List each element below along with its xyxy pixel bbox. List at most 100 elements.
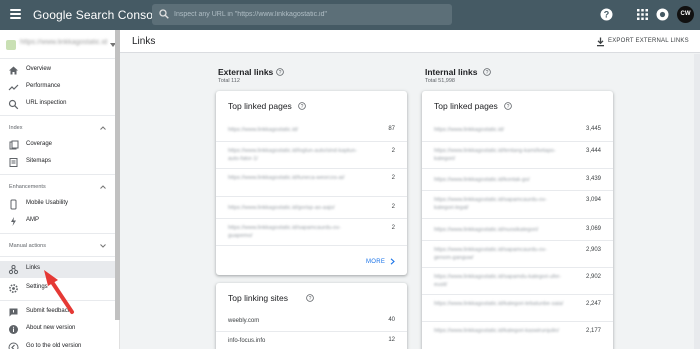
- amp-icon: [11, 217, 16, 226]
- internal-links-heading: Internal links: [425, 67, 478, 77]
- table-row[interactable]: https://www.linkkagostatic.id/nuosikateg…: [422, 219, 613, 241]
- svg-text:?: ?: [309, 296, 312, 302]
- sidebar-item-mobile-usability[interactable]: Mobile Usability: [0, 196, 115, 213]
- section-header-manual-actions[interactable]: Manual actions: [9, 243, 46, 249]
- table-row[interactable]: https://www.linkkagostatic.id/loglun-aut…: [216, 142, 407, 169]
- section-header-index[interactable]: Index: [9, 125, 22, 131]
- notifications-icon[interactable]: [656, 8, 669, 21]
- sidebar-item-sitemaps[interactable]: Sitemaps: [0, 154, 115, 171]
- sidebar-item-coverage[interactable]: Coverage: [0, 137, 115, 154]
- card-title: Top linked pages: [434, 101, 498, 111]
- sitemap-icon: [9, 158, 18, 167]
- external-top-linked-pages-card: Top linked pages ? https://www.linkkagos…: [216, 91, 407, 275]
- divider: [0, 174, 115, 175]
- apps-grid-icon[interactable]: [636, 8, 649, 21]
- sidebar-item-label: Links: [26, 265, 41, 271]
- url-inspect-input[interactable]: [174, 4, 444, 25]
- help-icon[interactable]: ?: [306, 294, 314, 302]
- table-row[interactable]: https://www.linkkagostatic.id/sapamcaurd…: [216, 219, 407, 246]
- sidebar-scrollbar[interactable]: [115, 30, 120, 320]
- sidebar-item-overview[interactable]: Overview: [0, 62, 115, 79]
- page-url: https://www.linkkagostatic.id/kontak-go/: [434, 177, 530, 183]
- internal-links-total: Total 51,998: [425, 78, 455, 84]
- link-count: 3,439: [585, 176, 601, 182]
- svg-text:?: ?: [507, 104, 510, 110]
- help-icon[interactable]: ?: [504, 102, 512, 110]
- table-row[interactable]: https://www.linkkagostatic.id/sapamdu-ka…: [422, 268, 613, 295]
- property-favicon: [6, 40, 16, 50]
- divider: [0, 233, 115, 234]
- property-selector[interactable]: https://www.linkkagostatic.id: [6, 38, 116, 52]
- links-icon: [8, 264, 19, 275]
- export-external-links-button[interactable]: EXPORT EXTERNAL LINKS: [592, 34, 698, 50]
- table-row[interactable]: info-focus.info 12: [216, 332, 407, 349]
- external-links-heading: External links: [218, 67, 274, 77]
- main-scrollbar[interactable]: [694, 54, 700, 349]
- link-count: 2,903: [585, 247, 601, 253]
- table-row[interactable]: https://www.linkkagostatic.id/sapamcaurd…: [422, 241, 613, 268]
- sidebar-item-url-inspection[interactable]: URL inspection: [0, 96, 115, 113]
- sidebar-item-old-version[interactable]: Go to the old version: [0, 339, 115, 349]
- svg-text:?: ?: [279, 70, 282, 76]
- table-row[interactable]: https://www.linkkagostatic.id/ 87: [216, 118, 407, 142]
- sidebar-item-about-new-version[interactable]: About new version: [0, 321, 115, 338]
- trend-icon: [8, 84, 19, 91]
- svg-text:?: ?: [301, 104, 304, 110]
- gear-icon: [9, 284, 18, 293]
- table-row[interactable]: https://www.linkkagostatic.id/kategori-t…: [422, 295, 613, 322]
- phone-icon: [10, 199, 17, 210]
- menu-icon[interactable]: [10, 9, 21, 19]
- site-domain: info-focus.info: [228, 338, 266, 344]
- page-url: https://www.linkkagostatic.id/sapamcaurd…: [434, 197, 547, 211]
- page-url: https://www.linkkagostatic.id/sapamdu-ka…: [434, 274, 562, 288]
- sidebar-item-label: Mobile Usability: [26, 200, 69, 206]
- help-icon[interactable]: ?: [600, 8, 613, 21]
- link-count: 2,902: [585, 274, 601, 280]
- link-count: 3,069: [585, 226, 601, 232]
- more-link[interactable]: MORE: [366, 259, 385, 265]
- chevron-up-icon[interactable]: [100, 126, 106, 130]
- table-row[interactable]: https://www.linkkagostatic.id/kontak-go/…: [422, 169, 613, 191]
- table-row[interactable]: https://www.linkkagostatic.id/tentang-ka…: [422, 142, 613, 169]
- back-icon: [8, 342, 19, 349]
- table-row[interactable]: weebly.com 40: [216, 311, 407, 332]
- link-count: 87: [388, 126, 395, 132]
- table-row[interactable]: https://www.linkkagostatic.id/tuneca-weo…: [216, 169, 407, 197]
- link-count: 12: [388, 337, 395, 343]
- sidebar-item-label: Overview: [26, 66, 52, 72]
- sidebar-item-label: Performance: [26, 83, 61, 89]
- help-icon[interactable]: ?: [276, 68, 284, 76]
- table-row[interactable]: https://www.linkkagostatic.id/sapamcaurd…: [422, 191, 613, 219]
- sidebar-item-label: Go to the old version: [26, 343, 82, 349]
- app-title[interactable]: Google Search Console: [33, 8, 163, 22]
- property-label: https://www.linkkagostatic.id: [20, 39, 108, 46]
- page-url: https://www.linkkagostatic.id/kategori-k…: [434, 328, 560, 334]
- section-header-enhancements[interactable]: Enhancements: [9, 184, 46, 190]
- sidebar-item-performance[interactable]: Performance: [0, 79, 115, 96]
- url-inspect-bar[interactable]: [152, 4, 452, 25]
- download-icon: [597, 37, 604, 47]
- table-row[interactable]: https://www.linkkagostatic.id/gorisp-ao-…: [216, 197, 407, 219]
- help-icon[interactable]: ?: [483, 68, 491, 76]
- svg-text:?: ?: [486, 70, 489, 76]
- chevron-right-icon[interactable]: [390, 258, 395, 265]
- link-count: 3,445: [585, 126, 601, 132]
- help-icon[interactable]: ?: [298, 102, 306, 110]
- chevron-down-icon[interactable]: [100, 244, 106, 248]
- search-icon: [8, 99, 19, 110]
- table-row[interactable]: https://www.linkkagostatic.id/ 3,445: [422, 118, 613, 142]
- sidebar-item-label: Coverage: [26, 141, 53, 147]
- coverage-icon: [9, 140, 19, 150]
- link-count: 2,177: [585, 328, 601, 334]
- external-top-linking-sites-card: Top linking sites ? weebly.com 40 info-f…: [216, 283, 407, 349]
- export-button-label: EXPORT EXTERNAL LINKS: [608, 38, 689, 44]
- table-row[interactable]: https://www.linkkagostatic.id/kategori-k…: [422, 322, 613, 349]
- sidebar-item-amp[interactable]: AMP: [0, 213, 115, 230]
- sidebar-item-label: Sitemaps: [26, 158, 52, 164]
- svg-text:?: ?: [604, 10, 610, 20]
- page-title: Links: [132, 36, 156, 47]
- page-url: https://www.linkkagostatic.id/sapamcaurd…: [228, 225, 341, 239]
- link-count: 2,247: [585, 301, 601, 307]
- avatar[interactable]: CW: [677, 6, 694, 23]
- chevron-up-icon[interactable]: [100, 185, 106, 189]
